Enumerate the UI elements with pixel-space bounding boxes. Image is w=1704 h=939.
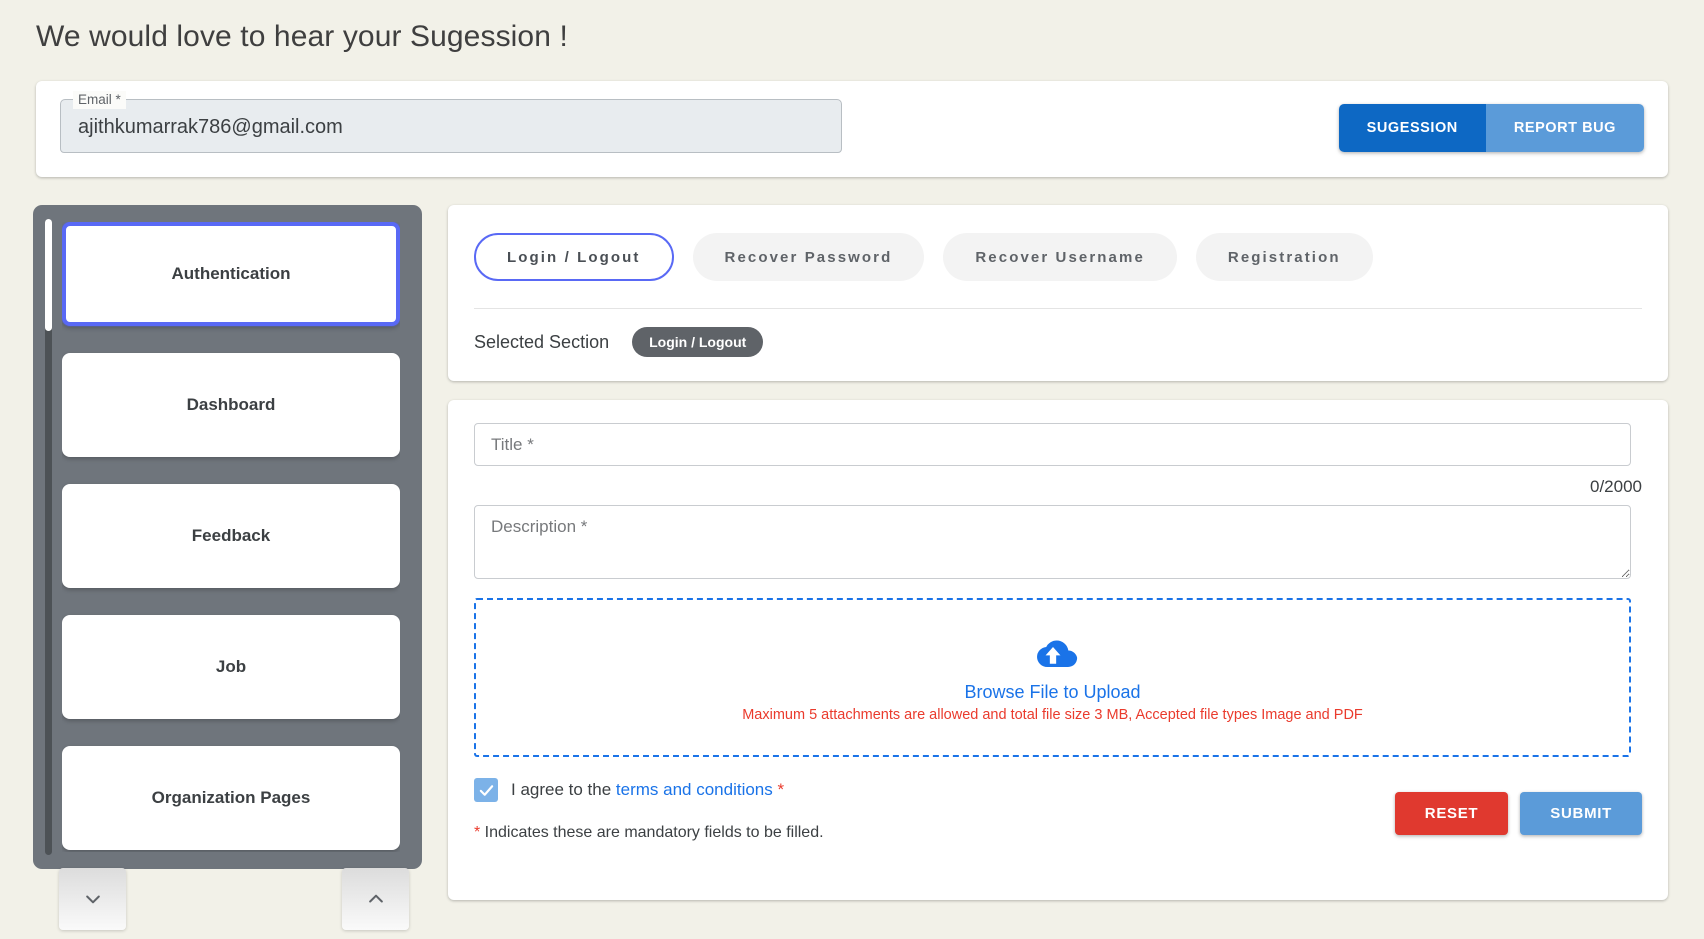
tab-label: Recover Password [724, 248, 893, 266]
sidebar-item-label: Job [215, 657, 247, 676]
agree-prefix: I agree to the [511, 780, 616, 799]
upload-hint-text: Maximum 5 attachments are allowed and to… [742, 707, 1363, 723]
reset-button[interactable]: RESET [1394, 792, 1509, 835]
sidebar-list: Authentication Dashboard Feedback Job Or… [62, 222, 400, 852]
section-tabs-card: Login / Logout Recover Password Recover … [448, 205, 1668, 381]
terms-checkbox[interactable] [474, 778, 498, 802]
description-textarea[interactable] [474, 505, 1631, 579]
chevron-up-icon [368, 894, 383, 903]
tab-recover-username[interactable]: Recover Username [943, 233, 1177, 281]
sidebar-item-dashboard[interactable]: Dashboard [62, 353, 400, 457]
sidebar-item-authentication[interactable]: Authentication [62, 222, 400, 326]
selected-section-label: Selected Section [474, 331, 610, 352]
sidebar-scrollbar-thumb[interactable] [45, 219, 52, 331]
terms-agreement-text: I agree to the terms and conditions * [511, 780, 784, 800]
sidebar-scrollbar[interactable] [45, 219, 52, 855]
mandatory-note-text: Indicates these are mandatory fields to … [480, 824, 824, 841]
sidebar-item-feedback[interactable]: Feedback [62, 484, 400, 588]
sidebar-item-label: Feedback [191, 526, 271, 545]
email-field[interactable]: Email * ajithkumarrak786@gmail.com [60, 91, 842, 153]
mode-toggle-group[interactable]: SUGESSION REPORT BUG [1338, 104, 1644, 152]
suggestion-button[interactable]: SUGESSION [1338, 104, 1486, 152]
browse-file-label: Browse File to Upload [964, 682, 1141, 702]
chevron-down-icon [85, 895, 100, 904]
cloud-upload-icon [1036, 640, 1077, 667]
sidebar-item-organization-pages[interactable]: Organization Pages [62, 746, 400, 850]
tab-label: Recover Username [975, 248, 1145, 266]
character-counter: 0/2000 [1590, 477, 1642, 496]
form-actions: RESET SUBMIT [1394, 792, 1642, 835]
sidebar-item-job[interactable]: Job [62, 615, 400, 719]
sidebar-item-label: Dashboard [186, 395, 276, 414]
sidebar-item-label: Authentication [171, 264, 291, 283]
terms-and-conditions-link[interactable]: terms and conditions [616, 780, 773, 799]
tabs-divider [474, 308, 1642, 309]
required-asterisk: * [777, 780, 785, 799]
submit-button[interactable]: SUBMIT [1520, 792, 1642, 835]
check-icon [479, 784, 493, 796]
selected-section-chip: Login / Logout [632, 327, 764, 357]
email-field-value: ajithkumarrak786@gmail.com [78, 116, 343, 138]
suggestion-form-card: 0/2000 Browse File to Upload Maximum 5 a… [448, 400, 1668, 900]
tab-login-logout[interactable]: Login / Logout [474, 233, 674, 281]
tab-registration[interactable]: Registration [1195, 233, 1373, 281]
tab-recover-password[interactable]: Recover Password [692, 233, 925, 281]
report-bug-button[interactable]: REPORT BUG [1485, 104, 1644, 152]
terms-agreement-row: I agree to the terms and conditions * [474, 778, 784, 802]
sidebar-item-label: Organization Pages [151, 788, 311, 807]
sidebar: Authentication Dashboard Feedback Job Or… [33, 205, 422, 869]
tab-label: Login / Logout [507, 248, 641, 266]
sidebar-scroll-up-button[interactable] [342, 868, 409, 930]
sidebar-scroll-down-button[interactable] [59, 868, 126, 930]
email-card: Email * ajithkumarrak786@gmail.com SUGES… [36, 81, 1668, 177]
file-upload-dropzone[interactable]: Browse File to Upload Maximum 5 attachme… [474, 598, 1631, 757]
selected-section-row: Selected Section Login / Logout [474, 327, 764, 357]
title-input[interactable] [474, 423, 1631, 466]
mandatory-fields-note: * Indicates these are mandatory fields t… [474, 824, 824, 842]
section-tab-list: Login / Logout Recover Password Recover … [474, 233, 1373, 281]
tab-label: Registration [1227, 248, 1341, 266]
page-title: We would love to hear your Sugession ! [36, 20, 568, 53]
